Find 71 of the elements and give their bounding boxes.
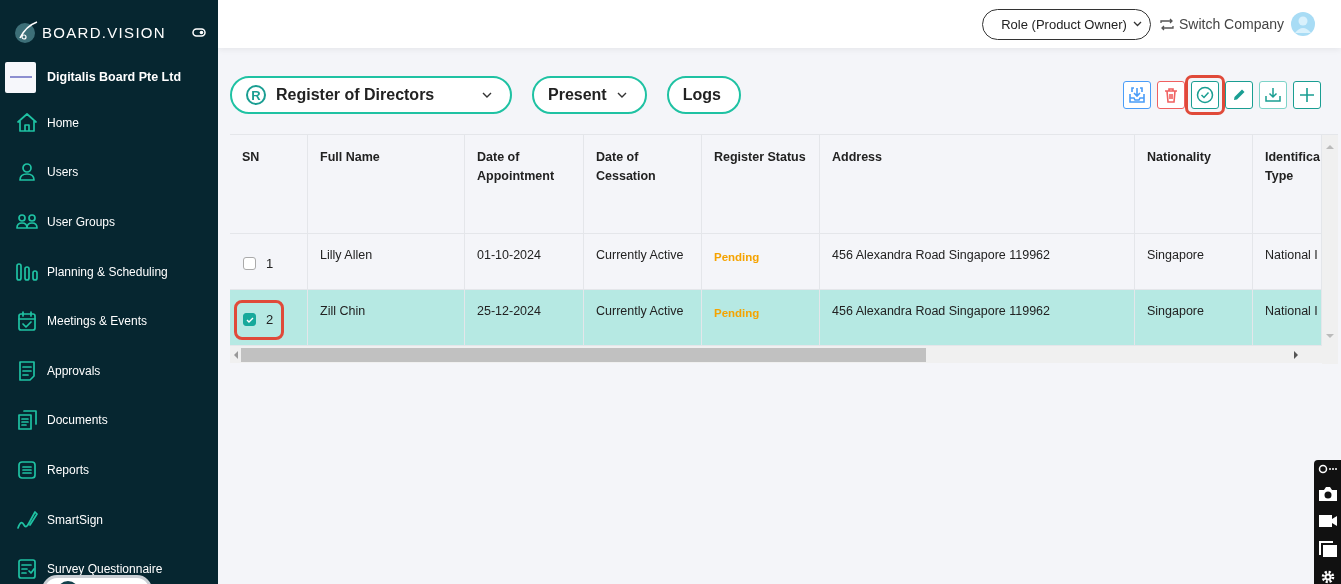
camera-icon[interactable] [1317, 486, 1338, 502]
video-icon[interactable] [1317, 514, 1338, 528]
status-label: Pending [702, 290, 820, 346]
add-button[interactable] [1293, 81, 1321, 109]
switch-company-link[interactable]: Switch Company [1178, 16, 1284, 32]
pen-icon [16, 508, 38, 531]
plus-icon [1298, 86, 1316, 104]
table-cell: Zill Chin [308, 290, 465, 346]
table-cell: National I [1253, 290, 1322, 346]
document-icon [16, 359, 38, 382]
checkbox[interactable] [243, 257, 256, 270]
brand-name: BOARD.VISION [42, 23, 166, 41]
role-dropdown[interactable]: Role (Product Owner) [982, 8, 1151, 40]
bar-chart-icon [16, 260, 38, 283]
windows-icon[interactable] [1317, 540, 1338, 558]
table-cell: 25-12-2024 [465, 290, 584, 346]
column-header: Date of Cessation [584, 135, 702, 234]
nav-item[interactable]: Approvals [0, 345, 218, 396]
column-header: Date of Appointment [465, 135, 584, 234]
home-icon [16, 111, 38, 134]
column-header: Register Status [702, 135, 820, 234]
calendar-icon [16, 310, 38, 333]
company-name: Digitalis Board Pte Ltd [47, 70, 182, 84]
delete-button[interactable] [1157, 81, 1185, 109]
column-header: SN [230, 135, 308, 234]
period-dropdown[interactable]: Present [532, 76, 647, 114]
scrollbar[interactable] [230, 346, 1322, 363]
download-button[interactable] [1259, 81, 1287, 109]
survey-icon [16, 558, 38, 581]
column-header: Full Name [308, 135, 465, 234]
nav-item[interactable]: Home [0, 98, 218, 148]
swap-icon[interactable] [1159, 17, 1174, 31]
nav-item[interactable]: User Groups [0, 197, 218, 247]
row-selector[interactable]: 2 [234, 300, 285, 340]
user-icon [16, 161, 38, 184]
nav-item[interactable]: Planning & Scheduling [0, 246, 218, 297]
caret-icon [1132, 21, 1142, 27]
table-cell: 456 Alexandra Road Singapore 119962 [820, 290, 1135, 346]
documents-icon [16, 409, 38, 432]
edit-button[interactable] [1225, 81, 1253, 109]
nav-item[interactable]: Meetings & Events [0, 296, 218, 346]
approve-button[interactable] [1191, 81, 1219, 109]
nav-item[interactable]: Survey Questionnaire [0, 544, 218, 584]
nav-item[interactable]: SmartSign [0, 494, 218, 545]
row-number: 1 [266, 256, 274, 271]
list-icon [16, 458, 38, 481]
company-logo [5, 61, 36, 93]
logo-icon [14, 20, 38, 44]
trash-icon [1162, 86, 1180, 104]
caret-icon [616, 92, 627, 98]
table-cell: Singapore [1135, 290, 1253, 346]
row-number: 2 [266, 312, 274, 327]
check-icon [245, 316, 254, 323]
register-badge: R [246, 85, 266, 105]
import-button[interactable] [1123, 81, 1151, 109]
caret-icon [482, 92, 492, 98]
checkbox[interactable] [243, 313, 256, 326]
logs-button[interactable]: Logs [666, 76, 741, 114]
toggle-icon[interactable] [192, 27, 206, 37]
row-selector[interactable]: 1 [234, 244, 285, 284]
column-header: Address [820, 135, 1135, 234]
download-icon [1264, 86, 1282, 104]
register-dropdown[interactable]: R Register of Directors [230, 76, 512, 114]
nav-item[interactable]: Users [0, 147, 218, 198]
column-header: Nationality [1135, 135, 1253, 234]
nav-item[interactable]: Documents [0, 395, 218, 446]
check-circle-icon [1196, 86, 1214, 104]
scrollbar[interactable] [1322, 135, 1338, 364]
table-cell: Currently Active [584, 290, 702, 346]
inbox-icon [1128, 86, 1146, 104]
nav-item[interactable]: Reports [0, 445, 218, 495]
